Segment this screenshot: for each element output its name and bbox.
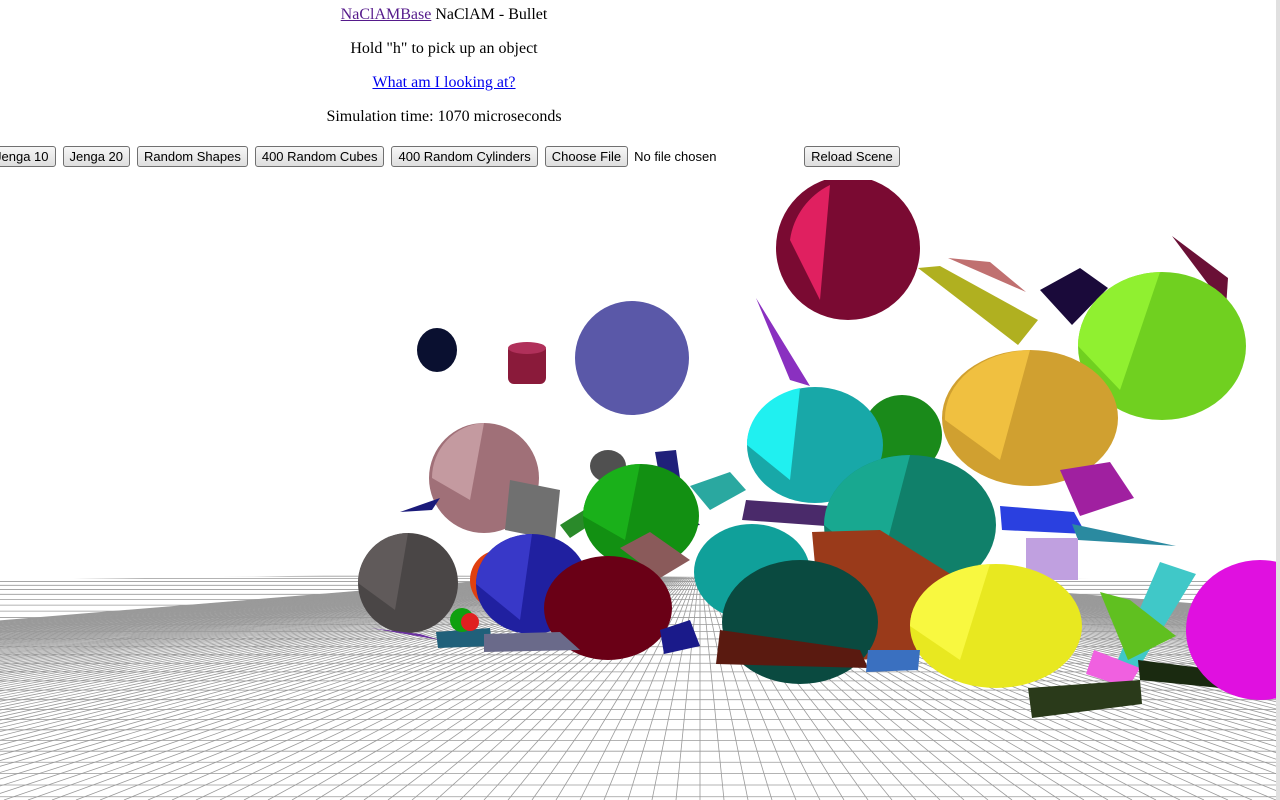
title-line: NaClAMBase NaClAM - Bullet xyxy=(0,0,888,34)
sphere-object[interactable] xyxy=(461,613,479,631)
jenga-20-button[interactable]: Jenga 20 xyxy=(62,145,130,167)
random-shapes-button[interactable]: Random Shapes xyxy=(137,145,248,167)
cylinder-object[interactable] xyxy=(417,328,457,372)
scene-toolbar: Jenga 10 Jenga 20 Random Shapes 400 Rand… xyxy=(0,144,907,168)
page: NaClAMBase NaClAM - Bullet Hold "h" to p… xyxy=(0,0,1280,800)
header: NaClAMBase NaClAM - Bullet Hold "h" to p… xyxy=(0,0,888,136)
file-status: No file chosen xyxy=(634,148,717,164)
help-link[interactable]: What am I looking at? xyxy=(372,74,515,91)
reload-scene-button[interactable]: Reload Scene xyxy=(804,145,900,167)
window-scrollbar[interactable] xyxy=(1276,0,1280,800)
random-cubes-button[interactable]: 400 Random Cubes xyxy=(254,145,385,167)
jenga-10-button[interactable]: Jenga 10 xyxy=(0,145,56,167)
cylinder-object[interactable] xyxy=(505,480,560,540)
simulation-viewport[interactable] xyxy=(0,180,1280,800)
cylinder-top xyxy=(508,342,546,354)
instruction-text: Hold "h" to pick up an object xyxy=(350,40,538,57)
app-title: NaClAM - Bullet xyxy=(435,6,548,23)
help-line: What am I looking at? xyxy=(0,68,888,102)
naclambase-link[interactable]: NaClAMBase xyxy=(341,6,432,23)
cylinder-object[interactable] xyxy=(866,650,920,672)
sphere-object[interactable] xyxy=(575,301,689,415)
simulation-time: Simulation time: 1070 microseconds xyxy=(326,108,562,125)
choose-file-button[interactable]: Choose File xyxy=(544,145,629,167)
random-cylinders-button[interactable]: 400 Random Cylinders xyxy=(391,145,538,167)
